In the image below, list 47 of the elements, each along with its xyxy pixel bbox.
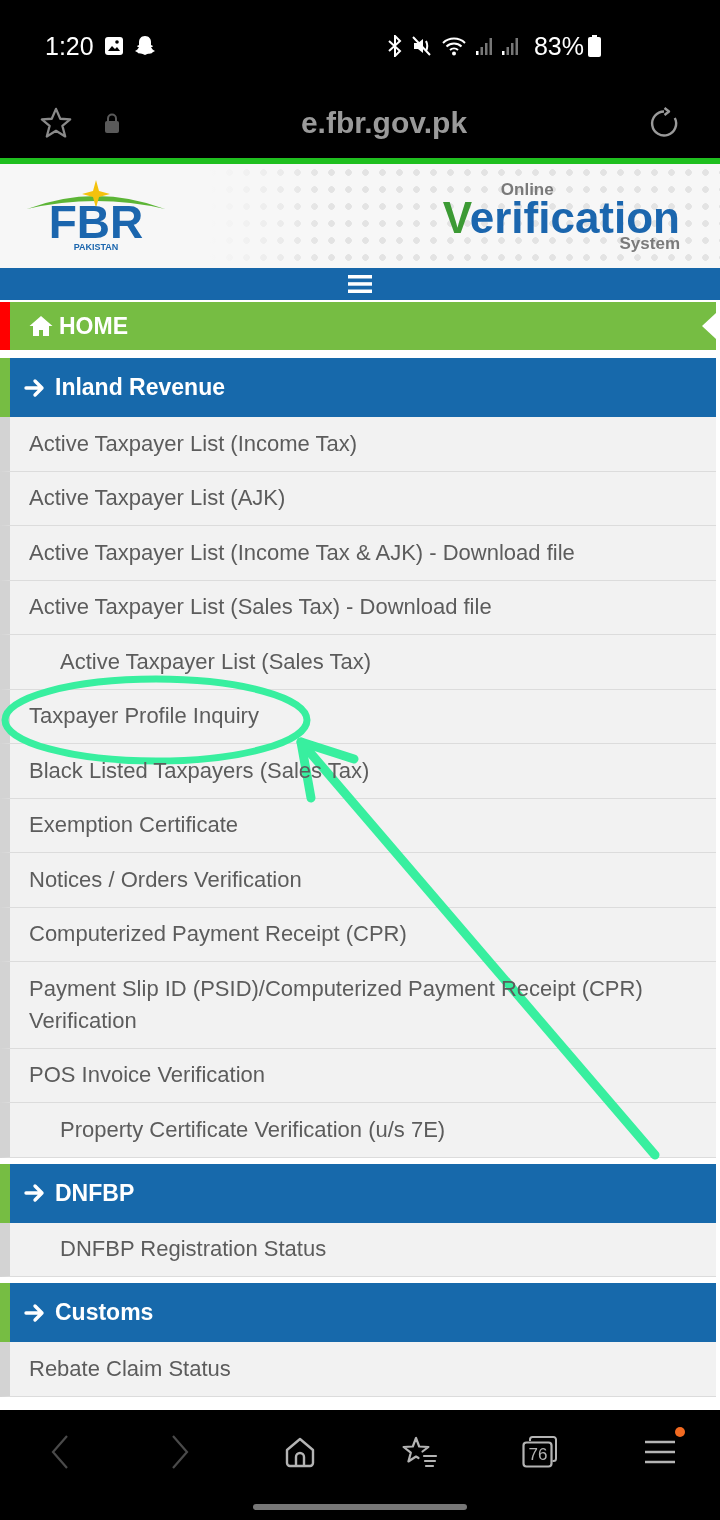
wifi-icon (441, 36, 466, 56)
section-header[interactable]: DNFBP (0, 1163, 716, 1223)
arrow-right-icon (24, 1302, 46, 1323)
menu-item[interactable]: Active Taxpayer List (Sales Tax) - Download file (0, 580, 716, 635)
house-icon (284, 1436, 316, 1468)
menu-item[interactable]: Notices / Orders Verification (0, 853, 716, 908)
menu-item[interactable]: Computerized Payment Receipt (CPR) (0, 907, 716, 962)
menu-item[interactable]: DNFBP Registration Status (0, 1222, 716, 1277)
menu-item[interactable]: Property Certificate Verification (u/s 7E) (0, 1103, 716, 1158)
mute-icon (411, 36, 432, 56)
arrow-right-icon (24, 1183, 46, 1203)
signal-icon (475, 36, 492, 56)
section-header[interactable]: Inland Revenue (0, 358, 716, 417)
menu-icon[interactable] (348, 275, 372, 293)
section-header[interactable]: Customs (0, 1283, 716, 1342)
menu-icon (645, 1440, 675, 1464)
reload-icon[interactable] (648, 107, 680, 139)
bookmarks-button[interactable] (402, 1435, 438, 1469)
lock-icon (104, 113, 120, 133)
arrow-right-icon (24, 377, 46, 398)
house-icon (29, 315, 53, 337)
menu-item[interactable]: POS Invoice Verification (0, 1048, 716, 1103)
menu-item[interactable]: Active Taxpayer List (Income Tax) (0, 417, 716, 472)
chevron-left-icon (51, 1434, 69, 1470)
home-button[interactable] (284, 1436, 316, 1468)
image-icon (103, 36, 124, 56)
signal-icon (501, 36, 518, 56)
clock-time: 1:20 (45, 32, 94, 60)
menu-item[interactable]: Exemption Certificate (0, 798, 716, 853)
menu-item[interactable]: Rebate Claim Status (0, 1342, 716, 1397)
star-icon[interactable] (39, 106, 73, 140)
logo-tagline: Online (500, 180, 554, 198)
menu-item[interactable]: Active Taxpayer List (Sales Tax) (0, 635, 716, 690)
address-field[interactable]: e.fbr.gov.pk (120, 105, 648, 141)
battery-percent: 83% (533, 32, 584, 60)
logo-caption: PAKISTAN (73, 242, 119, 252)
ghost-icon (133, 35, 156, 57)
star-list-icon (402, 1435, 438, 1469)
menu-item[interactable]: Taxpayer Profile Inquiry (0, 689, 716, 744)
tabs-icon (522, 1436, 558, 1468)
bluetooth-icon (387, 35, 402, 57)
menu-item[interactable]: Active Taxpayer List (AJK) (0, 471, 716, 526)
chevron-right-icon (171, 1434, 189, 1470)
logo-wordmark: FBR (48, 202, 144, 242)
menu-item[interactable]: Active Taxpayer List (Income Tax & AJK) - Download file (0, 526, 716, 581)
tabs-button[interactable]: 76 (522, 1436, 558, 1468)
battery-icon (588, 35, 601, 57)
